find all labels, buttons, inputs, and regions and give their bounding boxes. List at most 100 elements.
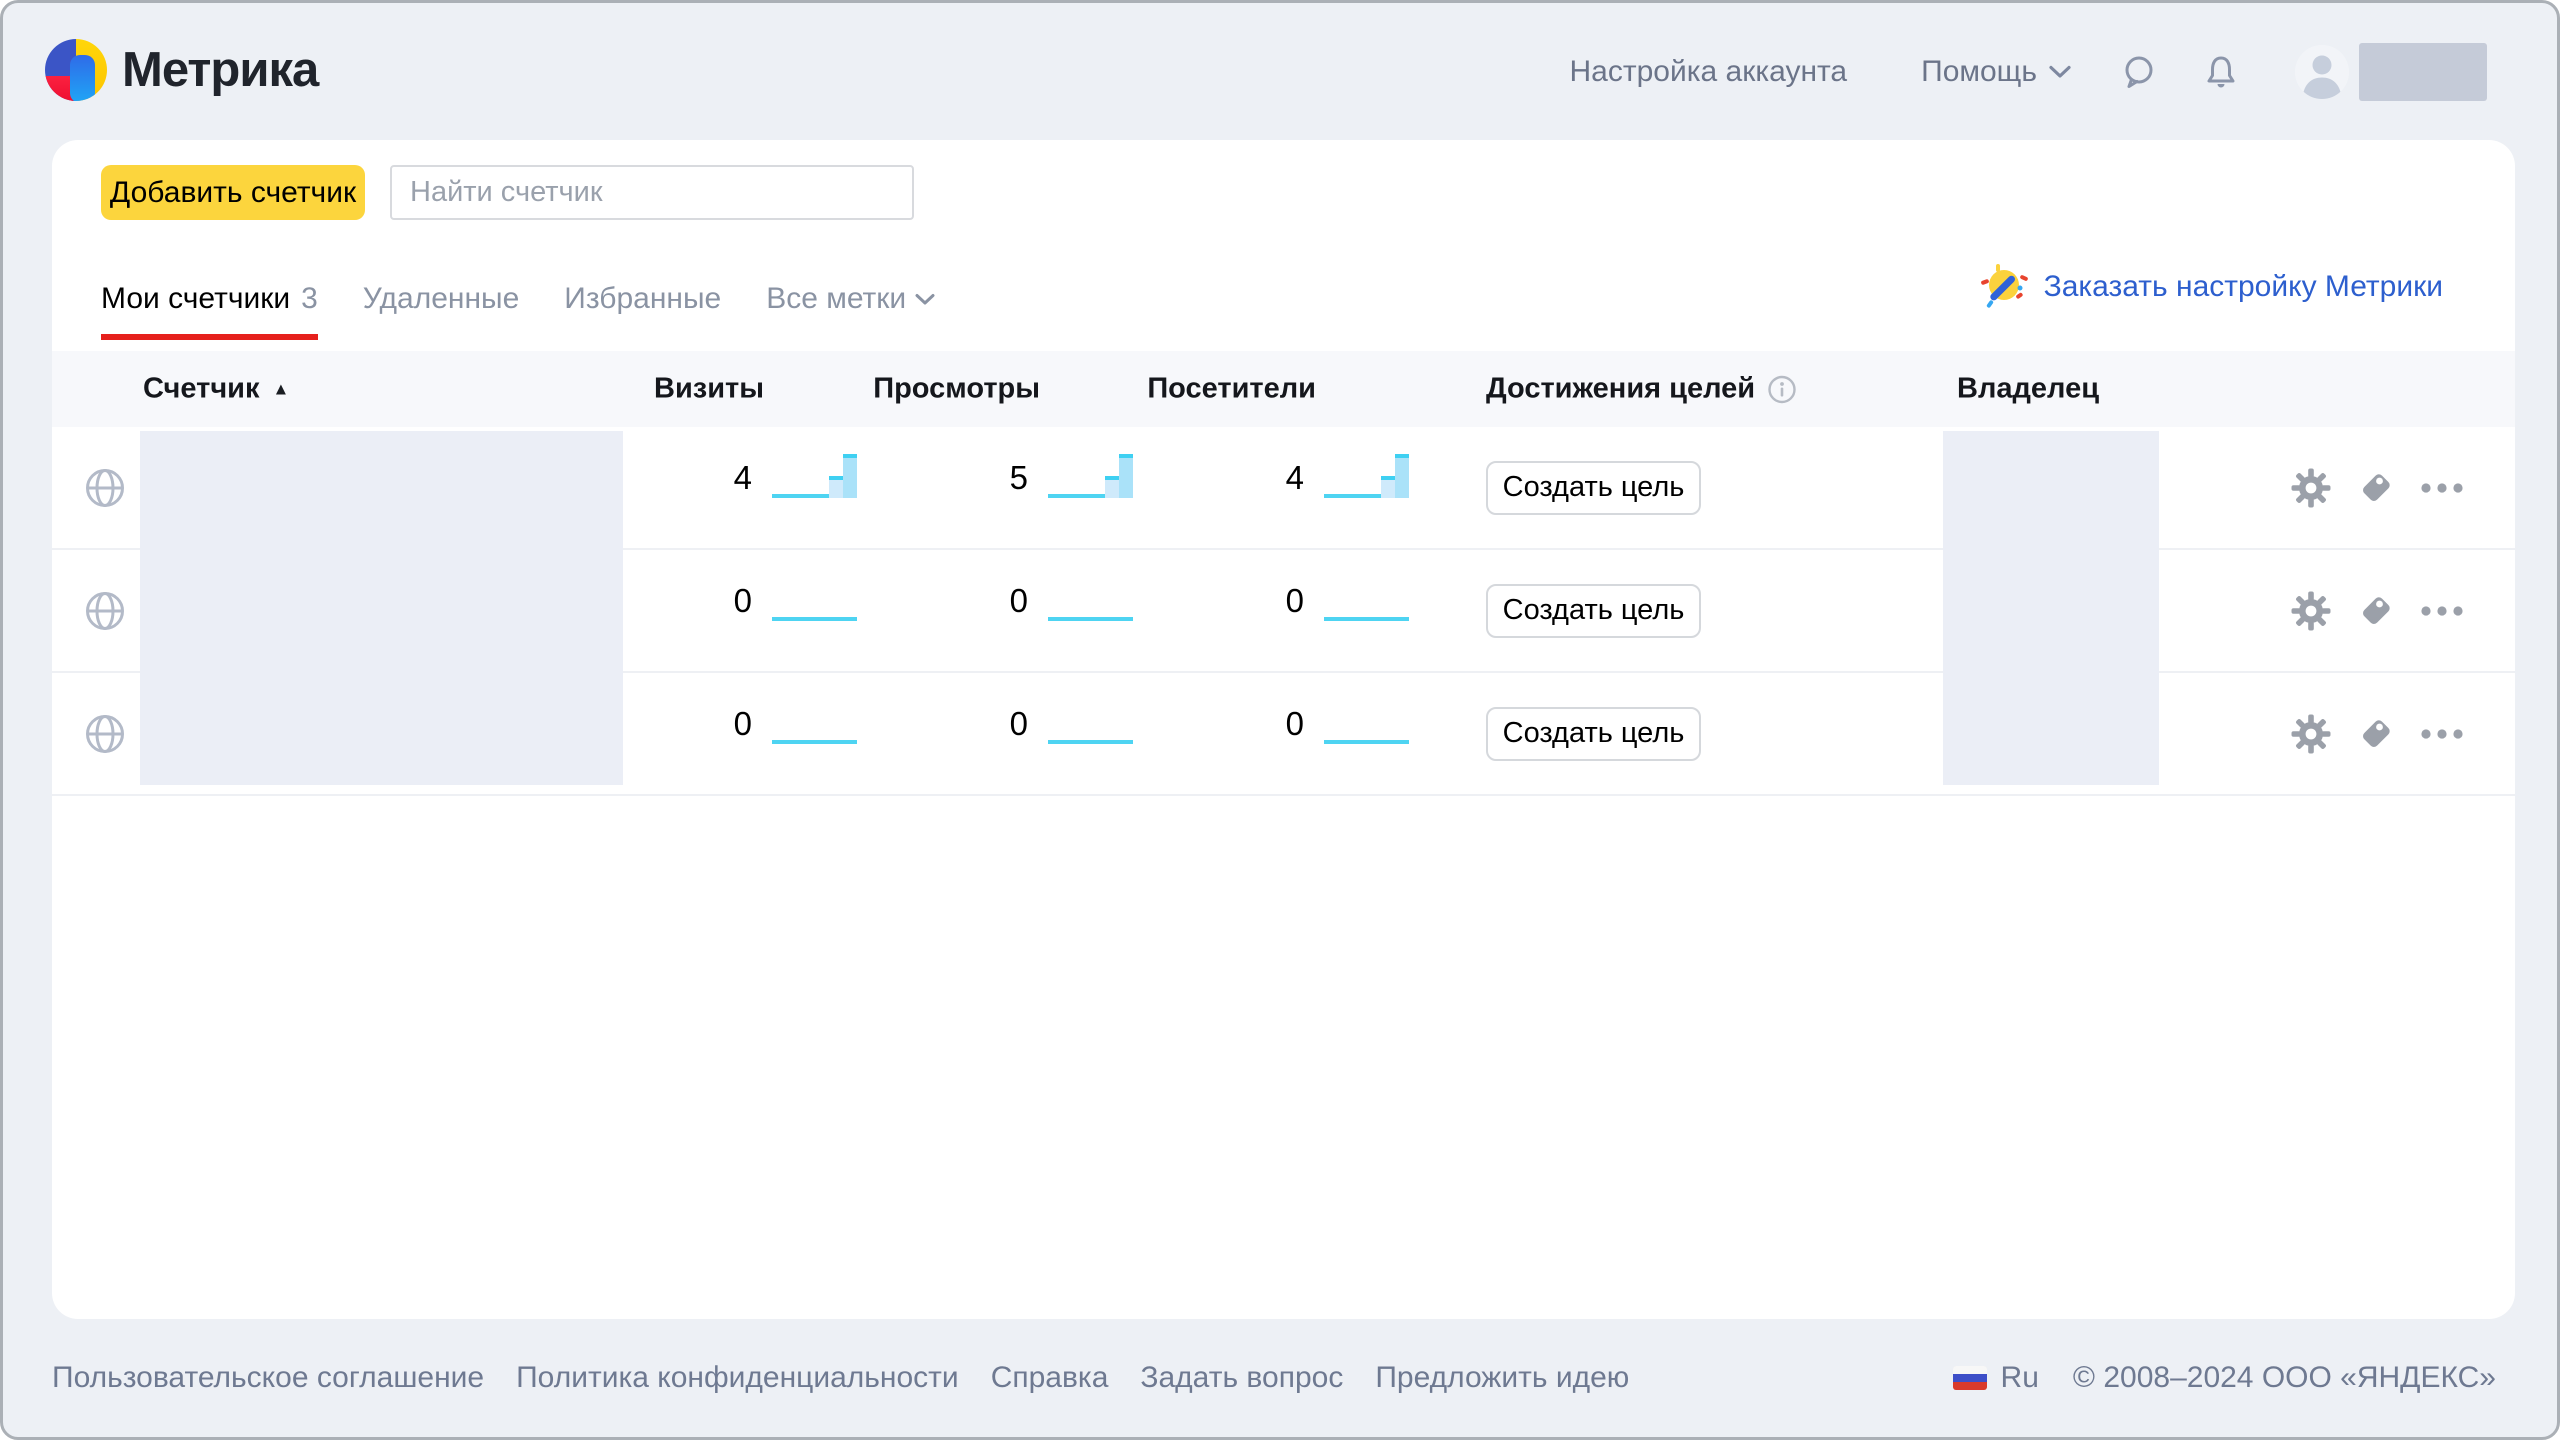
nav-account-settings[interactable]: Настройка аккаунта — [1570, 55, 1848, 89]
visitors-value: 4 — [1144, 458, 1304, 498]
column-header-visitors: Посетители — [1104, 373, 1316, 406]
create-goal-button[interactable]: Создать цель — [1486, 707, 1701, 761]
tab-all-labels[interactable]: Все метки — [766, 282, 935, 340]
magic-wand-icon — [1976, 260, 2030, 314]
app-window: Метрика Настройка аккаунта Помощь — [0, 0, 2560, 1440]
views-cell: 0 — [868, 698, 1133, 744]
visits-cell: 0 — [592, 575, 857, 621]
copyright: © 2008–2024 ООО «ЯНДЕКС» — [2073, 1361, 2496, 1395]
sort-asc-icon: ▲ — [273, 379, 290, 399]
chevron-down-icon — [915, 293, 935, 306]
owner-names-redacted — [1943, 431, 2159, 785]
visits-sparkline — [772, 700, 857, 744]
user-name-redacted[interactable] — [2359, 43, 2487, 101]
row-actions — [2290, 467, 2464, 509]
globe-icon — [84, 713, 126, 755]
column-header-counter[interactable]: Счетчик ▲ — [143, 373, 289, 406]
tabs: Мои счетчики 3 Удаленные Избранные Все м… — [101, 282, 935, 340]
row-actions — [2290, 590, 2464, 632]
gear-icon[interactable] — [2290, 713, 2332, 755]
tag-icon[interactable] — [2355, 467, 2397, 509]
visitors-sparkline — [1324, 454, 1409, 498]
globe-icon — [84, 590, 126, 632]
top-bar: Метрика Настройка аккаунта Помощь — [3, 3, 2557, 140]
visits-cell: 4 — [592, 452, 857, 498]
column-header-views: Просмотры — [828, 373, 1040, 406]
search-counter-input[interactable] — [390, 165, 914, 220]
tab-favorites[interactable]: Избранные — [564, 282, 721, 340]
metrika-logo-icon — [45, 39, 107, 101]
footer: Пользовательское соглашение Политика кон… — [52, 1361, 2496, 1395]
views-sparkline — [1048, 454, 1133, 498]
column-header-counter-label: Счетчик — [143, 373, 260, 406]
row-actions — [2290, 713, 2464, 755]
views-sparkline — [1048, 700, 1133, 744]
top-nav: Настройка аккаунта Помощь — [1570, 3, 2488, 140]
visitors-cell: 4 — [1144, 452, 1409, 498]
ellipsis-icon[interactable] — [2420, 482, 2464, 494]
tab-my-counters-label: Мои счетчики — [101, 282, 290, 316]
nav-help-label: Помощь — [1921, 55, 2037, 89]
order-metrika-setup-label: Заказать настройку Метрики — [2044, 270, 2443, 304]
footer-link-user-agreement[interactable]: Пользовательское соглашение — [52, 1361, 484, 1395]
tab-all-labels-label: Все метки — [766, 282, 906, 316]
tag-icon[interactable] — [2355, 590, 2397, 632]
toolbar: Добавить счетчик — [101, 165, 914, 220]
ellipsis-icon[interactable] — [2420, 605, 2464, 617]
tab-deleted[interactable]: Удаленные — [363, 282, 519, 340]
footer-link-privacy-policy[interactable]: Политика конфиденциальности — [516, 1361, 959, 1395]
tab-my-counters-count: 3 — [301, 282, 318, 316]
chat-icon[interactable] — [2121, 54, 2157, 90]
order-metrika-setup-link[interactable]: Заказать настройку Метрики — [1976, 260, 2443, 314]
counters-card: Добавить счетчик Мои счетчики 3 Удаленны… — [52, 140, 2515, 1319]
language-switch[interactable]: Ru — [2001, 1361, 2039, 1395]
visitors-cell: 0 — [1144, 575, 1409, 621]
ellipsis-icon[interactable] — [2420, 728, 2464, 740]
column-header-visits: Визиты — [552, 373, 764, 406]
column-header-goals: Достижения целей — [1486, 373, 1797, 406]
brand-name: Метрика — [122, 42, 318, 98]
bell-icon[interactable] — [2203, 53, 2239, 91]
visitors-value: 0 — [1144, 704, 1304, 744]
flag-ru-icon[interactable] — [1953, 1366, 1987, 1390]
tag-icon[interactable] — [2355, 713, 2397, 755]
info-icon[interactable] — [1767, 374, 1797, 404]
footer-links: Пользовательское соглашение Политика кон… — [52, 1361, 1629, 1395]
avatar[interactable] — [2295, 45, 2349, 99]
views-value: 0 — [868, 704, 1028, 744]
column-header-goals-label: Достижения целей — [1486, 373, 1755, 406]
globe-icon — [84, 467, 126, 509]
footer-link-suggest-idea[interactable]: Предложить идею — [1375, 1361, 1629, 1395]
visits-sparkline — [772, 454, 857, 498]
create-goal-button[interactable]: Создать цель — [1486, 584, 1701, 638]
views-cell: 0 — [868, 575, 1133, 621]
views-cell: 5 — [868, 452, 1133, 498]
footer-right: Ru © 2008–2024 ООО «ЯНДЕКС» — [1953, 1361, 2496, 1395]
nav-help[interactable]: Помощь — [1921, 55, 2071, 89]
counter-names-redacted — [140, 431, 623, 785]
add-counter-button[interactable]: Добавить счетчик — [101, 165, 365, 220]
chevron-down-icon — [2049, 65, 2071, 79]
gear-icon[interactable] — [2290, 467, 2332, 509]
views-value: 5 — [868, 458, 1028, 498]
visitors-sparkline — [1324, 700, 1409, 744]
tabs-bar: Мои счетчики 3 Удаленные Избранные Все м… — [52, 244, 2515, 340]
tab-deleted-label: Удаленные — [363, 282, 519, 316]
tab-favorites-label: Избранные — [564, 282, 721, 316]
brand: Метрика — [45, 39, 318, 101]
table-header: Счетчик ▲ Визиты Просмотры Посетители До… — [52, 351, 2515, 427]
column-header-owner: Владелец — [1957, 373, 2099, 406]
gear-icon[interactable] — [2290, 590, 2332, 632]
visitors-sparkline — [1324, 577, 1409, 621]
visits-sparkline — [772, 577, 857, 621]
create-goal-button[interactable]: Создать цель — [1486, 461, 1701, 515]
visitors-cell: 0 — [1144, 698, 1409, 744]
footer-link-help[interactable]: Справка — [991, 1361, 1109, 1395]
footer-link-ask-question[interactable]: Задать вопрос — [1140, 1361, 1343, 1395]
visitors-value: 0 — [1144, 581, 1304, 621]
views-sparkline — [1048, 577, 1133, 621]
views-value: 0 — [868, 581, 1028, 621]
visits-cell: 0 — [592, 698, 857, 744]
counters-table: Счетчик ▲ Визиты Просмотры Посетители До… — [52, 351, 2515, 796]
tab-my-counters[interactable]: Мои счетчики 3 — [101, 282, 318, 340]
